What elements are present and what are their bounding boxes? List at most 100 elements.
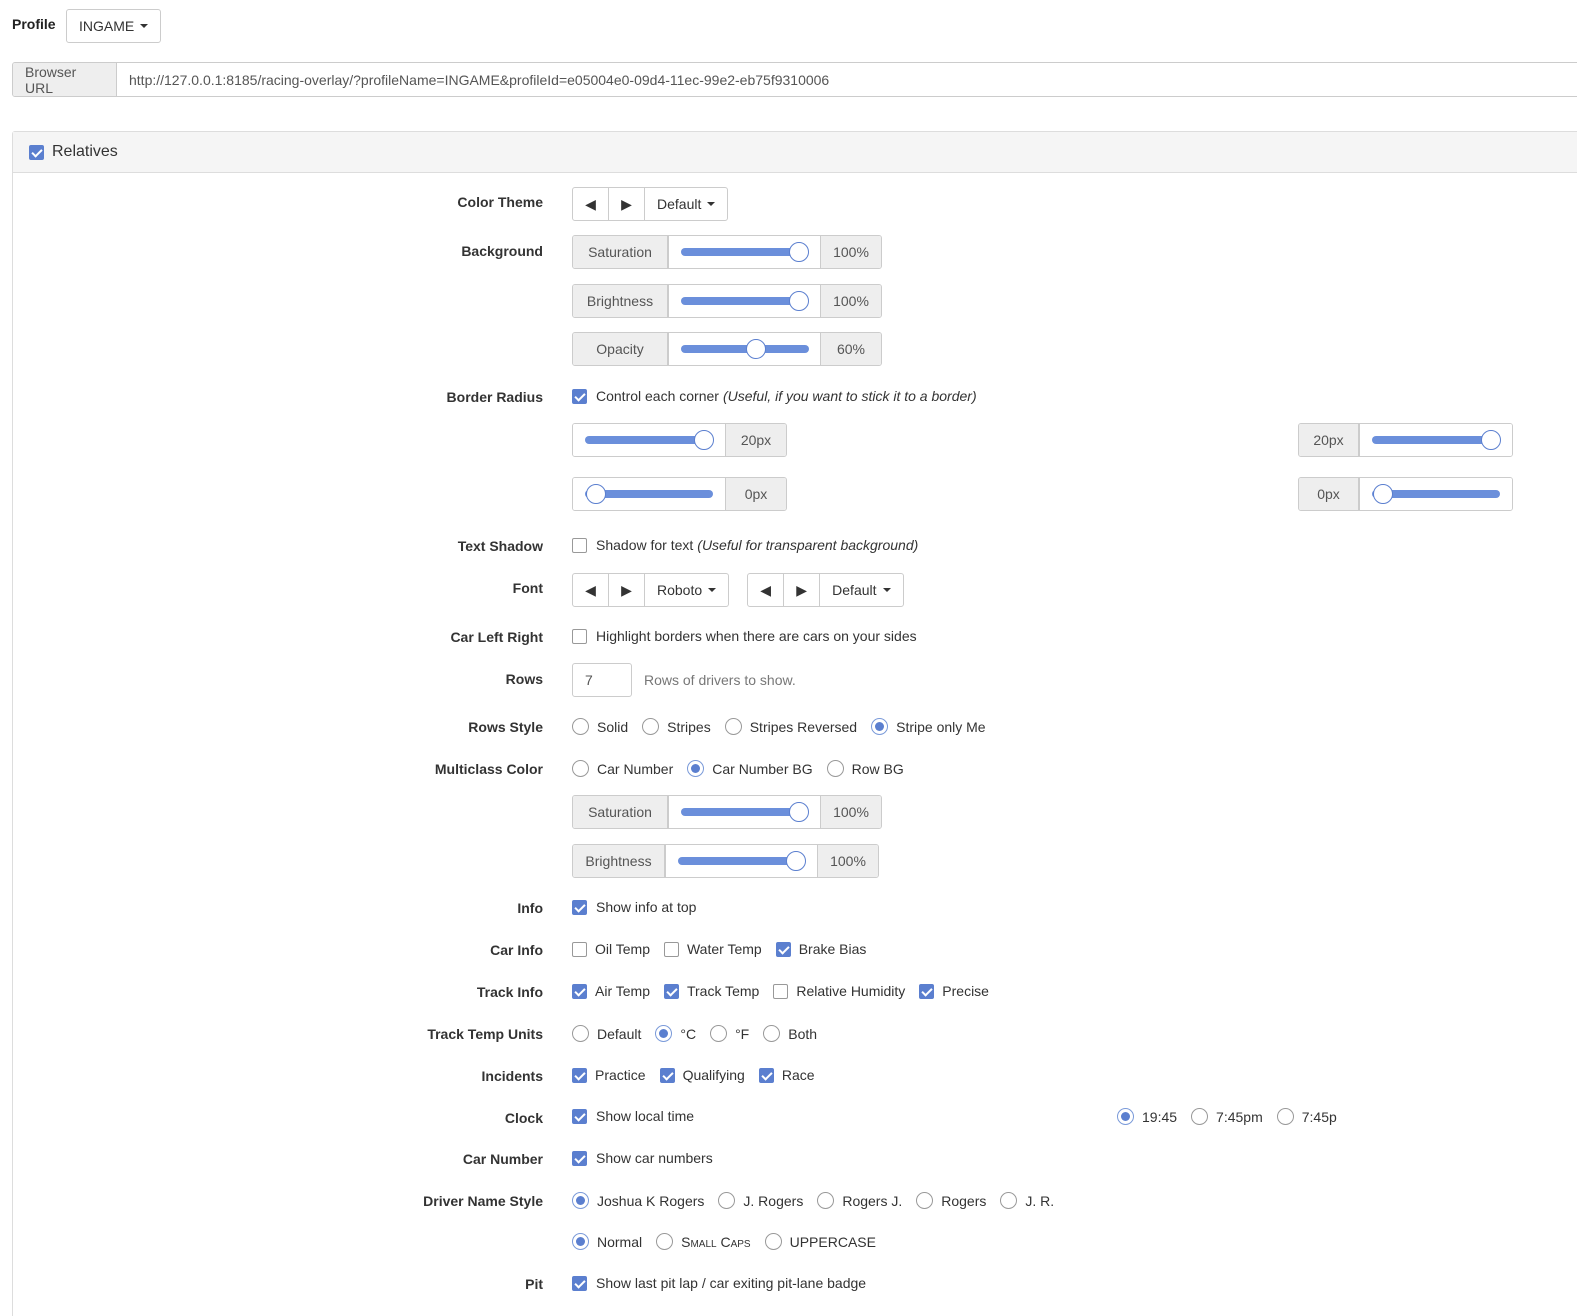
driver-name-initials[interactable]: J. R. [1000,1192,1054,1209]
radius-top-left-slider[interactable] [573,424,726,456]
slider-thumb[interactable] [1373,484,1393,504]
checkbox[interactable] [758,1067,774,1083]
slider-thumb[interactable] [746,339,766,359]
bg-opacity-slider[interactable] [668,333,821,365]
checkbox[interactable] [773,983,789,999]
track-info-relative-humidity[interactable]: Relative Humidity [773,983,905,999]
checkbox[interactable] [659,1067,675,1083]
info-option[interactable]: Show info at top [572,899,696,915]
font-weight-prev-button[interactable]: ◀ [748,574,785,606]
multiclass-row-bg[interactable]: Row BG [826,760,904,777]
checkbox[interactable] [663,983,679,999]
radio[interactable] [687,760,705,777]
radio[interactable] [1191,1108,1209,1125]
driver-name-last-initial[interactable]: Rogers J. [817,1192,902,1209]
radio[interactable] [572,760,589,777]
rows-style-solid[interactable]: Solid [572,718,628,735]
incidents-qualifying[interactable]: Qualifying [659,1067,745,1083]
bg-brightness-slider[interactable] [668,285,821,317]
temp-units-fahrenheit[interactable]: °F [710,1025,749,1042]
font-family-prev-button[interactable]: ◀ [573,574,609,606]
text-shadow-checkbox[interactable] [572,537,587,553]
profile-dropdown[interactable]: INGAME [66,9,162,43]
checkbox[interactable] [572,941,587,957]
browser-url-input[interactable]: http://127.0.0.1:8185/racing-overlay/?pr… [117,63,1577,96]
radio[interactable] [572,1025,589,1042]
font-family-next-button[interactable]: ▶ [609,574,645,606]
bg-saturation-slider[interactable] [668,236,821,268]
mc-brightness-slider[interactable] [665,845,818,877]
car-info-water-temp[interactable]: Water Temp [663,941,762,957]
radio[interactable] [817,1192,835,1209]
text-shadow-option[interactable]: Shadow for text (Useful for transparent … [572,537,918,553]
control-each-corner-option[interactable]: Control each corner (Useful, if you want… [572,388,977,404]
car-left-right-checkbox[interactable] [572,628,587,644]
checkbox[interactable] [919,983,935,999]
clock-checkbox[interactable] [572,1108,587,1124]
font-family-dropdown[interactable]: Roboto [645,574,728,606]
radio[interactable] [916,1192,934,1209]
slider-thumb[interactable] [789,242,809,262]
radio[interactable] [871,718,889,735]
radio[interactable] [826,760,844,777]
relatives-enable-checkbox[interactable] [29,144,44,160]
name-case-small-caps[interactable]: Small Caps [656,1233,751,1250]
radio[interactable] [763,1025,781,1042]
driver-name-last[interactable]: Rogers [916,1192,986,1209]
info-checkbox[interactable] [572,899,587,915]
multiclass-car-number[interactable]: Car Number [572,760,673,777]
car-number-option[interactable]: Show car numbers [572,1150,713,1166]
mc-saturation-slider[interactable] [668,796,821,828]
incidents-race[interactable]: Race [758,1067,815,1083]
radio[interactable] [656,1233,674,1250]
track-info-precise[interactable]: Precise [919,983,989,999]
pit-option[interactable]: Show last pit lap / car exiting pit-lane… [572,1275,866,1291]
car-info-oil-temp[interactable]: Oil Temp [572,941,650,957]
temp-units-default[interactable]: Default [572,1025,641,1042]
radio[interactable] [710,1025,728,1042]
checkbox[interactable] [572,983,587,999]
driver-name-initial-last[interactable]: J. Rogers [718,1192,803,1209]
rows-style-stripe-only-me[interactable]: Stripe only Me [871,718,986,735]
track-info-air-temp[interactable]: Air Temp [572,983,650,999]
radio[interactable] [1117,1108,1134,1125]
radio[interactable] [572,718,589,735]
car-left-right-option[interactable]: Highlight borders when there are cars on… [572,628,917,644]
clock-format-24h[interactable]: 19:45 [1117,1108,1177,1125]
radio[interactable] [764,1233,782,1250]
radio[interactable] [572,1233,589,1250]
radio[interactable] [1000,1192,1018,1209]
temp-units-both[interactable]: Both [763,1025,817,1042]
pit-checkbox[interactable] [572,1275,587,1291]
radius-bottom-left-slider[interactable] [573,478,726,510]
font-weight-next-button[interactable]: ▶ [784,574,821,606]
radio[interactable] [642,718,660,735]
font-weight-dropdown[interactable]: Default [820,574,902,606]
radio[interactable] [1276,1108,1294,1125]
checkbox[interactable] [572,1067,587,1083]
color-theme-next-button[interactable]: ▶ [609,188,645,220]
control-each-corner-checkbox[interactable] [572,388,587,404]
rows-input[interactable]: 7 [572,663,632,697]
radius-bottom-right-slider[interactable] [1359,478,1512,510]
color-theme-prev-button[interactable]: ◀ [573,188,609,220]
incidents-practice[interactable]: Practice [572,1067,646,1083]
track-info-track-temp[interactable]: Track Temp [663,983,759,999]
rows-style-stripes[interactable]: Stripes [642,718,711,735]
slider-thumb[interactable] [1481,430,1501,450]
clock-option[interactable]: Show local time [572,1108,694,1124]
radio[interactable] [724,718,742,735]
name-case-normal[interactable]: Normal [572,1233,642,1250]
radius-top-right-slider[interactable] [1359,424,1512,456]
slider-thumb[interactable] [694,430,714,450]
radio[interactable] [572,1192,589,1209]
radio[interactable] [718,1192,736,1209]
multiclass-car-number-bg[interactable]: Car Number BG [687,760,813,777]
slider-thumb[interactable] [789,802,809,822]
rows-style-stripes-reversed[interactable]: Stripes Reversed [724,718,857,735]
checkbox[interactable] [775,941,791,957]
clock-format-12h-p[interactable]: 7:45p [1276,1108,1337,1125]
clock-format-12h-pm[interactable]: 7:45pm [1191,1108,1263,1125]
color-theme-dropdown[interactable]: Default [645,188,727,220]
checkbox[interactable] [663,941,679,957]
